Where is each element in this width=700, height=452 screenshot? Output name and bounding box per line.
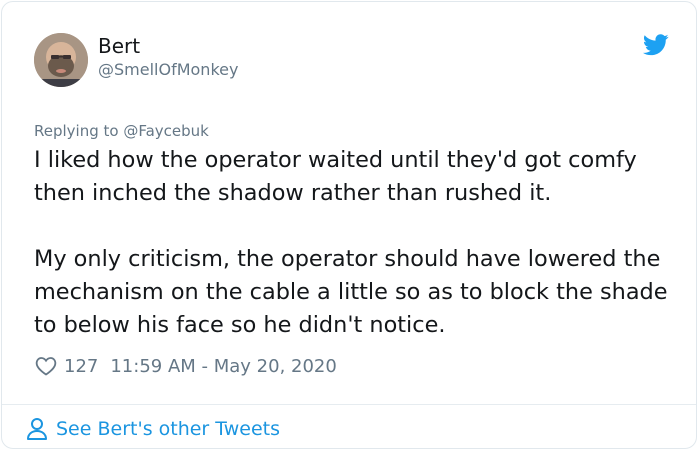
person-icon xyxy=(26,417,48,441)
tweet-timestamp[interactable]: 11:59 AM - May 20, 2020 xyxy=(110,356,336,377)
tweet-paragraph: My only criticism, the operator should h… xyxy=(34,246,668,338)
author-handle[interactable]: @SmellOfMonkey xyxy=(98,59,238,81)
like-count[interactable]: 127 xyxy=(64,356,98,377)
replying-to-label: Replying to xyxy=(34,122,124,140)
see-other-tweets-label: See Bert's other Tweets xyxy=(56,418,281,440)
tweet-text: I liked how the operator waited until th… xyxy=(34,144,684,342)
footer-divider xyxy=(2,404,696,405)
heart-glyph xyxy=(35,357,57,376)
twitter-bird-glyph xyxy=(642,34,669,56)
see-other-tweets-link[interactable]: See Bert's other Tweets xyxy=(26,415,280,443)
replying-to-handle-link[interactable]: @Faycebuk xyxy=(123,122,209,140)
tweet-meta: 127 11:59 AM - May 20, 2020 xyxy=(34,352,337,380)
person-glyph xyxy=(27,418,47,440)
avatar-image xyxy=(34,33,88,87)
replying-to: Replying to @Faycebuk xyxy=(34,120,209,142)
tweet-paragraph: I liked how the operator waited until th… xyxy=(34,147,637,206)
twitter-bird-icon[interactable] xyxy=(642,34,669,56)
heart-icon[interactable] xyxy=(34,354,58,378)
author-avatar[interactable] xyxy=(34,33,88,87)
tweet-card: Bert @SmellOfMonkey Replying to @Faycebu… xyxy=(1,1,697,449)
author-name[interactable]: Bert xyxy=(98,33,140,59)
